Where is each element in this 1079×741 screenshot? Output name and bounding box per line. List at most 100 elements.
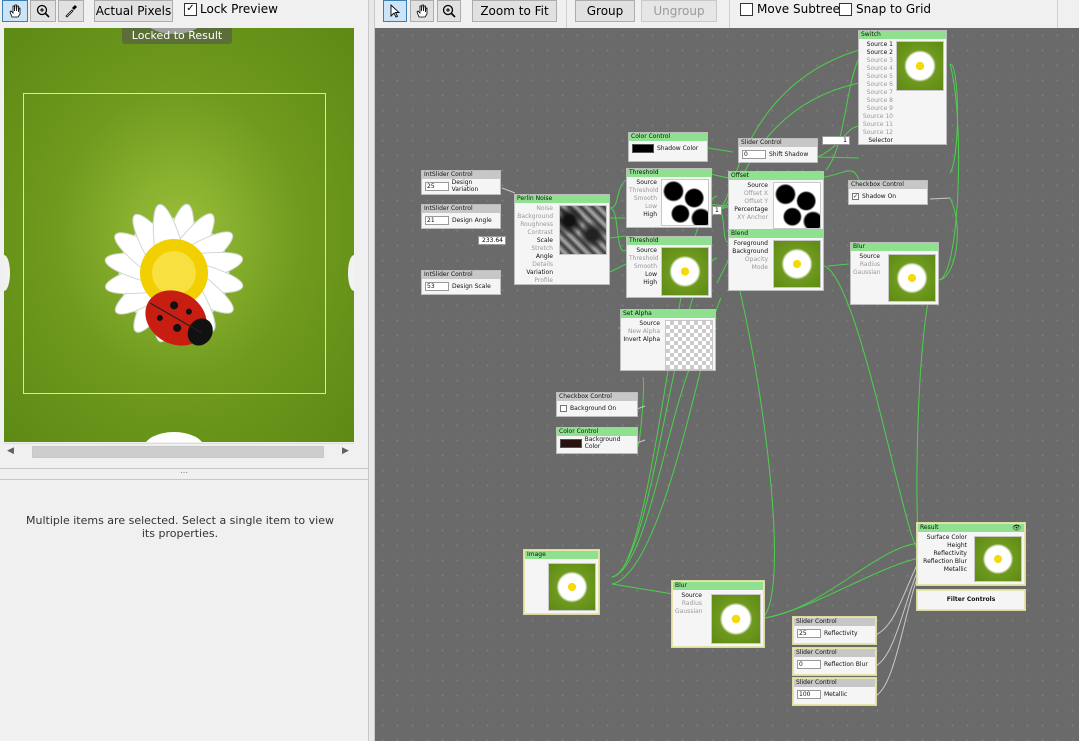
blend-node[interactable]: Blend Foreground Background Opacity Mode bbox=[728, 229, 824, 291]
checkbox-control-header[interactable]: Checkbox Control bbox=[557, 393, 637, 401]
intslider-header[interactable]: IntSlider Control bbox=[422, 205, 500, 213]
blur-port-source[interactable]: Source bbox=[675, 592, 704, 600]
set-alpha-node[interactable]: Set Alpha Source New Alpha Invert Alpha bbox=[620, 309, 716, 371]
offset-percentage-value[interactable]: 1 bbox=[712, 206, 722, 215]
perlin-port-angle[interactable]: Angle bbox=[517, 253, 555, 261]
viewport-frame[interactable] bbox=[23, 93, 326, 394]
offset-port-xy-anchor[interactable]: XY Anchor bbox=[731, 214, 770, 222]
set-alpha-port-invert-alpha[interactable]: Invert Alpha bbox=[623, 336, 662, 344]
snap-to-grid-checkbox[interactable]: Snap to Grid bbox=[839, 2, 931, 16]
set-alpha-port-source[interactable]: Source bbox=[623, 320, 662, 328]
perlin-port-stretch[interactable]: Stretch bbox=[517, 245, 555, 253]
slider-control-header[interactable]: Slider Control bbox=[794, 618, 875, 626]
lock-preview-check[interactable]: ✓ bbox=[184, 2, 197, 16]
group-button[interactable]: Group bbox=[575, 0, 635, 22]
lock-preview-checkbox[interactable]: ✓ Lock Preview bbox=[184, 2, 278, 16]
switch-port-source-5[interactable]: Source 5 bbox=[861, 73, 895, 81]
switch-port-source-2[interactable]: Source 2 bbox=[861, 49, 895, 57]
color-control-header[interactable]: Color Control bbox=[557, 428, 637, 436]
result-node[interactable]: Result 👁 Surface Color Height Reflectivi… bbox=[917, 523, 1025, 585]
snap-to-grid-check[interactable] bbox=[839, 2, 852, 16]
eye-icon[interactable]: 👁 bbox=[1012, 524, 1021, 532]
switch-port-source-1[interactable]: Source 1 bbox=[861, 41, 895, 49]
select-tool-button[interactable] bbox=[383, 0, 407, 22]
switch-node[interactable]: Switch Source 1 Source 2 Source 3 Source… bbox=[858, 30, 947, 145]
shift-shadow-slider[interactable]: Slider Control 0 Shift Shadow bbox=[738, 138, 818, 163]
node-graph-canvas[interactable]: Switch Source 1 Source 2 Source 3 Source… bbox=[375, 28, 1079, 741]
blend-port-mode[interactable]: Mode bbox=[731, 264, 770, 272]
blur-port-radius[interactable]: Radius bbox=[853, 261, 882, 269]
design-variation-value[interactable]: 25 bbox=[425, 181, 449, 191]
shadow-on-check[interactable]: ✓ bbox=[852, 192, 859, 200]
metallic-slider[interactable]: Slider Control 100 Metallic bbox=[793, 678, 876, 705]
offset-port-offset-x[interactable]: Offset X bbox=[731, 190, 770, 198]
hand-tool-button[interactable] bbox=[2, 0, 28, 22]
perlin-port-contrast[interactable]: Contrast bbox=[517, 229, 555, 237]
background-on-check[interactable] bbox=[560, 404, 567, 412]
threshold-port-low[interactable]: Low bbox=[629, 271, 659, 279]
switch-port-source-8[interactable]: Source 8 bbox=[861, 97, 895, 105]
shadow-on-checkbox-control[interactable]: Checkbox Control ✓ Shadow On bbox=[848, 180, 928, 205]
perlin-port-profile[interactable]: Profile bbox=[517, 277, 555, 284]
threshold-port-high[interactable]: High bbox=[629, 279, 659, 287]
slider-control-header[interactable]: Slider Control bbox=[794, 679, 875, 687]
set-alpha-header[interactable]: Set Alpha bbox=[621, 310, 715, 318]
result-header[interactable]: Result bbox=[918, 524, 1024, 532]
scroll-thumb[interactable] bbox=[32, 446, 324, 458]
set-alpha-port-new-alpha[interactable]: New Alpha bbox=[623, 328, 662, 336]
switch-port-source-9[interactable]: Source 9 bbox=[861, 105, 895, 113]
image-node[interactable]: Image bbox=[524, 550, 599, 614]
perlin-scale-value[interactable]: 233.64 bbox=[478, 236, 506, 245]
result-port-surface-color[interactable]: Surface Color bbox=[920, 534, 969, 542]
blur-node-1[interactable]: Blur Source Radius Gaussian bbox=[850, 242, 939, 305]
actual-pixels-button[interactable]: Actual Pixels bbox=[94, 0, 173, 22]
preview-horizontal-scrollbar[interactable]: ◀ ▶ bbox=[4, 443, 354, 459]
offset-header[interactable]: Offset bbox=[729, 172, 823, 180]
blur-port-gaussian[interactable]: Gaussian bbox=[675, 608, 704, 616]
perlin-port-scale[interactable]: Scale bbox=[517, 237, 555, 245]
vertical-splitter[interactable] bbox=[368, 0, 375, 741]
result-port-reflection-blur[interactable]: Reflection Blur bbox=[920, 558, 969, 566]
metallic-value[interactable]: 100 bbox=[797, 689, 821, 699]
threshold-port-source[interactable]: Source bbox=[629, 179, 659, 187]
blend-port-foreground[interactable]: Foreground bbox=[731, 240, 770, 248]
scroll-left-icon[interactable]: ◀ bbox=[7, 446, 14, 456]
result-port-metallic[interactable]: Metallic bbox=[920, 566, 969, 574]
offset-node[interactable]: Offset Source Offset X Offset Y Percenta… bbox=[728, 171, 824, 231]
preview-image[interactable]: Locked to Result bbox=[4, 28, 354, 442]
reflectivity-value[interactable]: 25 bbox=[797, 628, 821, 638]
offset-port-source[interactable]: Source bbox=[731, 182, 770, 190]
color-control-header[interactable]: Color Control bbox=[629, 133, 707, 141]
threshold-port-smooth[interactable]: Smooth bbox=[629, 263, 659, 271]
design-scale-value[interactable]: 53 bbox=[425, 281, 449, 291]
blur-port-gaussian[interactable]: Gaussian bbox=[853, 269, 882, 277]
eyedropper-tool-button[interactable] bbox=[58, 0, 84, 22]
perlin-port-noise[interactable]: Noise bbox=[517, 205, 555, 213]
blur-header[interactable]: Blur bbox=[851, 243, 938, 251]
scroll-right-icon[interactable]: ▶ bbox=[342, 446, 349, 456]
switch-header[interactable]: Switch bbox=[859, 31, 946, 39]
blur-node-2[interactable]: Blur Source Radius Gaussian bbox=[672, 581, 764, 647]
design-angle-value[interactable]: 21 bbox=[425, 215, 449, 225]
perlin-noise-header[interactable]: Perlin Noise bbox=[515, 195, 609, 203]
reflection-blur-value[interactable]: 0 bbox=[797, 659, 821, 669]
background-color-swatch[interactable] bbox=[560, 438, 582, 448]
reflection-blur-slider[interactable]: Slider Control 0 Reflection Blur bbox=[793, 648, 876, 675]
design-scale-slider[interactable]: IntSlider Control 53 Design Scale bbox=[421, 270, 501, 295]
switch-port-source-4[interactable]: Source 4 bbox=[861, 65, 895, 73]
blend-port-opacity[interactable]: Opacity bbox=[731, 256, 770, 264]
threshold-port-source[interactable]: Source bbox=[629, 247, 659, 255]
result-port-reflectivity[interactable]: Reflectivity bbox=[920, 550, 969, 558]
move-subtree-checkbox[interactable]: Move Subtree bbox=[740, 2, 840, 16]
result-port-height[interactable]: Height bbox=[920, 542, 969, 550]
threshold-port-threshold[interactable]: Threshold bbox=[629, 187, 659, 195]
switch-selector-value[interactable]: 1 bbox=[822, 136, 850, 145]
threshold-port-high[interactable]: High bbox=[629, 211, 659, 219]
blur-header[interactable]: Blur bbox=[673, 582, 763, 590]
slider-control-header[interactable]: Slider Control bbox=[794, 649, 875, 657]
blend-header[interactable]: Blend bbox=[729, 230, 823, 238]
shadow-color-swatch[interactable] bbox=[632, 143, 654, 153]
shift-shadow-value[interactable]: 0 bbox=[742, 149, 766, 159]
zoom-tool-button[interactable] bbox=[30, 0, 56, 22]
horizontal-splitter[interactable]: ⋯ bbox=[0, 468, 368, 480]
